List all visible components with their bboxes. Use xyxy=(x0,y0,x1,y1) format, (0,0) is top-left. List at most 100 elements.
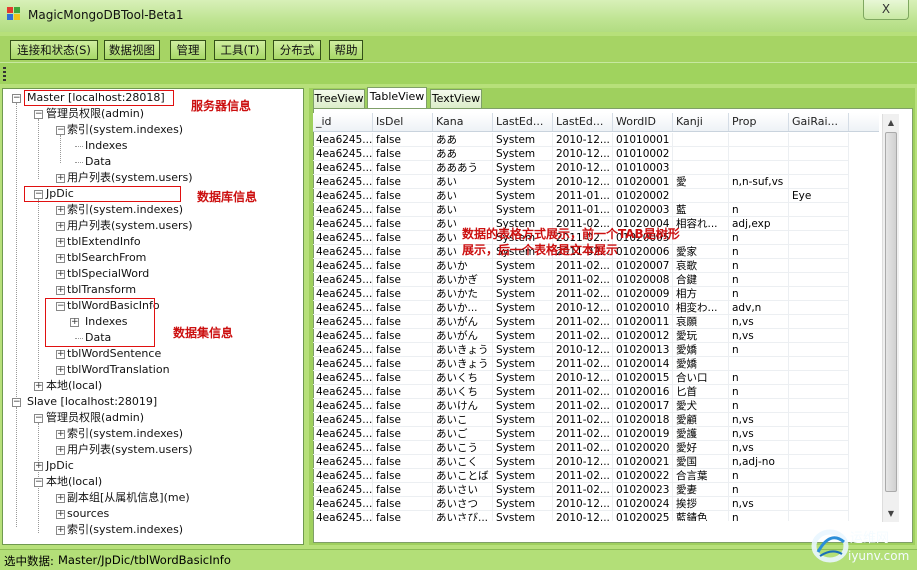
table-cell[interactable]: 01020007 xyxy=(613,259,673,273)
table-cell[interactable]: 01020025 xyxy=(613,511,673,521)
table-cell[interactable]: 藍錆色 xyxy=(673,511,729,521)
table-cell[interactable] xyxy=(789,371,849,385)
table-cell[interactable] xyxy=(789,133,849,147)
table-cell[interactable]: 2011-02... xyxy=(553,441,613,455)
expand-icon[interactable]: + xyxy=(56,526,65,535)
table-cell[interactable]: 01010003 xyxy=(613,161,673,175)
table-cell[interactable]: false xyxy=(373,175,433,189)
table-cell[interactable]: false xyxy=(373,441,433,455)
table-cell[interactable]: false xyxy=(373,287,433,301)
table-cell[interactable]: 愛護 xyxy=(673,427,729,441)
menu-distributed[interactable]: 分布式 xyxy=(273,40,321,60)
table-cell[interactable]: false xyxy=(373,511,433,521)
table-cell[interactable]: false xyxy=(373,455,433,469)
table-cell[interactable]: false xyxy=(373,217,433,231)
table-cell[interactable]: n,n-suf,vs xyxy=(729,175,789,189)
table-cell[interactable] xyxy=(789,497,849,511)
table-row[interactable]: 4ea6245... false あいさび... System 2010-12... 01… xyxy=(313,511,879,521)
table-cell[interactable] xyxy=(789,315,849,329)
table-cell[interactable]: System xyxy=(493,469,553,483)
table-row[interactable]: 4ea6245... false あいさい System 2011-02... 01020… xyxy=(313,483,879,497)
table-cell[interactable] xyxy=(789,175,849,189)
table-cell[interactable]: 愛嬌 xyxy=(673,357,729,371)
table-cell[interactable]: 01020001 xyxy=(613,175,673,189)
table-cell[interactable] xyxy=(789,385,849,399)
table-cell[interactable]: あいがん xyxy=(433,329,493,343)
table-cell[interactable] xyxy=(789,245,849,259)
table-row[interactable]: 4ea6245... false あああう System 2010-12... 01010… xyxy=(313,161,879,175)
table-row[interactable]: 4ea6245... false あいきょう System 2011-02... 0102… xyxy=(313,357,879,371)
table-cell[interactable]: 合言葉 xyxy=(673,469,729,483)
table-cell[interactable]: 01020023 xyxy=(613,483,673,497)
column-header[interactable]: WordID xyxy=(613,113,673,131)
table-cell[interactable]: 相容れ... xyxy=(673,217,729,231)
table-cell[interactable]: 哀願 xyxy=(673,315,729,329)
table-cell[interactable]: 01020020 xyxy=(613,441,673,455)
table-cell[interactable]: 2010-12... xyxy=(553,497,613,511)
table-row[interactable]: 4ea6245... false あいか System 2011-02... 010200… xyxy=(313,259,879,273)
tree-node-collection[interactable]: tblWordSentence xyxy=(67,346,161,362)
table-cell[interactable] xyxy=(789,329,849,343)
table-cell[interactable]: あいこく xyxy=(433,455,493,469)
table-cell[interactable] xyxy=(789,441,849,455)
table-cell[interactable]: 愛嬌 xyxy=(673,343,729,357)
table-cell[interactable]: あい xyxy=(433,175,493,189)
collapse-icon[interactable]: − xyxy=(56,126,65,135)
table-cell[interactable]: 相変わ... xyxy=(673,301,729,315)
table-cell[interactable] xyxy=(729,189,789,203)
expand-icon[interactable]: + xyxy=(56,350,65,359)
table-cell[interactable]: false xyxy=(373,399,433,413)
table-row[interactable]: 4ea6245... false あいがん System 2011-02... 01020… xyxy=(313,315,879,329)
tree-node-local[interactable]: 本地(local) xyxy=(46,378,102,394)
table-cell[interactable]: ああ xyxy=(433,133,493,147)
table-cell[interactable]: 01020022 xyxy=(613,469,673,483)
table-cell[interactable]: 2011-02... xyxy=(553,259,613,273)
column-header[interactable]: GaiRai... xyxy=(789,113,849,131)
table-cell[interactable]: 愛好 xyxy=(673,441,729,455)
table-cell[interactable]: あいさつ xyxy=(433,497,493,511)
tree-node-users[interactable]: 用户列表(system.users) xyxy=(67,442,193,458)
tree-node-jp-users[interactable]: 用户列表(system.users) xyxy=(67,218,193,234)
tree-node-indexes[interactable]: Indexes xyxy=(85,138,127,154)
table-cell[interactable]: あいかた xyxy=(433,287,493,301)
table-cell[interactable]: false xyxy=(373,189,433,203)
expand-icon[interactable]: + xyxy=(56,286,65,295)
table-row[interactable]: 4ea6245... false あいかぎ System 2011-02... 01020… xyxy=(313,273,879,287)
table-cell[interactable]: System xyxy=(493,161,553,175)
table-cell[interactable]: 2011-01... xyxy=(553,203,613,217)
table-row[interactable]: 4ea6245... false ああ System 2010-12... 0101000… xyxy=(313,147,879,161)
expand-icon[interactable]: + xyxy=(56,510,65,519)
menu-connection[interactable]: 连接和状态(S) xyxy=(10,40,98,60)
table-cell[interactable]: 01020014 xyxy=(613,357,673,371)
tree-node-users[interactable]: 用户列表(system.users) xyxy=(67,170,193,186)
table-cell[interactable]: 合い口 xyxy=(673,371,729,385)
table-cell[interactable]: false xyxy=(373,469,433,483)
table-cell[interactable] xyxy=(789,259,849,273)
table-cell[interactable]: false xyxy=(373,161,433,175)
table-cell[interactable]: 合鍵 xyxy=(673,273,729,287)
table-cell[interactable]: 愛犬 xyxy=(673,399,729,413)
table-cell[interactable]: 2011-02... xyxy=(553,385,613,399)
table-cell[interactable]: 4ea6245... xyxy=(313,245,373,259)
table-cell[interactable] xyxy=(729,357,789,371)
table-cell[interactable]: false xyxy=(373,133,433,147)
table-cell[interactable]: 4ea6245... xyxy=(313,147,373,161)
table-cell[interactable]: System xyxy=(493,511,553,521)
table-cell[interactable]: あああう xyxy=(433,161,493,175)
table-cell[interactable]: 2010-12... xyxy=(553,175,613,189)
table-cell[interactable]: 4ea6245... xyxy=(313,497,373,511)
table-cell[interactable]: false xyxy=(373,147,433,161)
table-cell[interactable]: 01020012 xyxy=(613,329,673,343)
table-cell[interactable]: 4ea6245... xyxy=(313,203,373,217)
table-cell[interactable]: System xyxy=(493,413,553,427)
expand-icon[interactable]: + xyxy=(34,382,43,391)
tab-textview[interactable]: TextView xyxy=(430,89,482,108)
table-row[interactable]: 4ea6245... false ああ System 2010-12... 0101000… xyxy=(313,133,879,147)
tree-node-local[interactable]: 本地(local) xyxy=(46,474,102,490)
table-cell[interactable] xyxy=(729,147,789,161)
table-cell[interactable] xyxy=(673,189,729,203)
toolbar-grip-icon[interactable] xyxy=(3,67,6,81)
table-cell[interactable]: System xyxy=(493,441,553,455)
table-cell[interactable]: 2011-02... xyxy=(553,399,613,413)
table-cell[interactable]: System xyxy=(493,483,553,497)
